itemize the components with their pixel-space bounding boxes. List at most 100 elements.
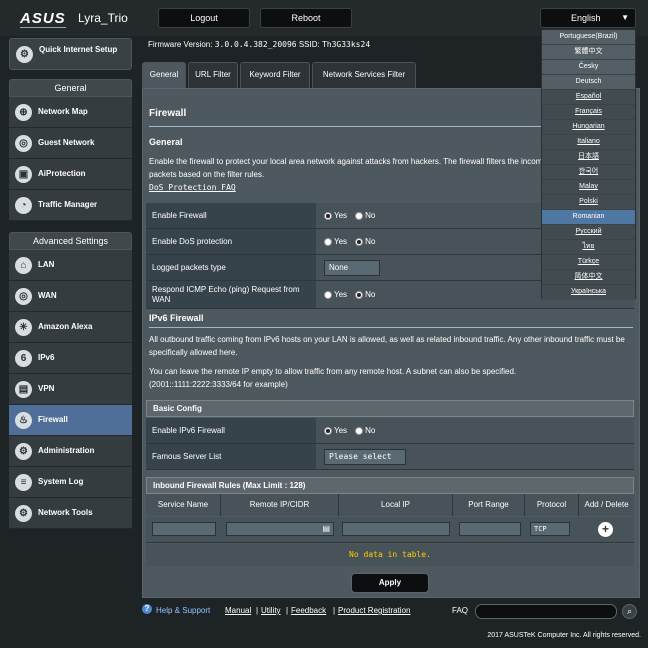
product-registration-link[interactable]: Product Registration [338,606,410,615]
inbound-rules-header: Inbound Firewall Rules (Max Limit : 128) [146,477,634,494]
apply-button[interactable]: Apply [351,573,429,593]
language-option[interactable]: 简体中文 [542,270,635,285]
utility-link[interactable]: Utility [261,606,281,615]
sidebar-item-lan[interactable]: ⌂ LAN [9,250,132,281]
famous-server-row: Famous Server List Please select [146,444,634,470]
sidebar-item-vpn[interactable]: ▤ VPN [9,374,132,405]
sidebar-item-network-tools[interactable]: ⚙ Network Tools [9,498,132,529]
sidebar-item-ipv6[interactable]: 6 IPv6 [9,343,132,374]
language-option[interactable]: 한국어 [542,165,635,180]
language-select[interactable]: English ▼ [540,8,636,28]
sidebar-item-aiprotection[interactable]: ▣ AiProtection [9,159,132,190]
language-selected: English [571,13,601,23]
sidebar-item-label: Network Tools [38,508,93,517]
language-option[interactable]: Español [542,90,635,105]
language-option[interactable]: Malay [542,180,635,195]
manual-link[interactable]: Manual [225,606,251,615]
service-name-input[interactable] [152,522,216,536]
logout-button[interactable]: Logout [158,8,250,28]
column-header: Protocol [525,494,579,516]
language-option[interactable]: Hungarian [542,120,635,135]
local-ip-input[interactable] [342,522,450,536]
language-option[interactable]: Türkçe [542,255,635,270]
network-map-icon: ⊕ [15,104,32,121]
lock-icon: ▣ [15,166,32,183]
page-title: Firewall [149,108,187,119]
sidebar-item-firewall[interactable]: ♨ Firewall [9,405,132,436]
language-option[interactable]: Deutsch [542,75,635,90]
language-option[interactable]: Italiano [542,135,635,150]
remote-ip-input[interactable]: ▤ [226,522,334,536]
icmp-no-radio[interactable] [355,290,364,299]
tab-url-filter[interactable]: URL Filter [188,62,238,88]
add-rule-icon[interactable]: + [598,522,613,537]
language-option[interactable]: Portuguese(Brazil) [542,30,635,45]
sidebar-item-amazon-alexa[interactable]: ✳ Amazon Alexa [9,312,132,343]
sidebar-item-label: Amazon Alexa [38,322,93,331]
column-header: Service Name [146,494,221,516]
enable-ipv6-firewall-label: Enable IPv6 Firewall [146,418,316,443]
dos-protection-label: Enable DoS protection [146,229,316,254]
asus-logo[interactable]: ASUS [20,10,66,27]
sidebar-item-wan[interactable]: ◎ WAN [9,281,132,312]
copyright: 2017 ASUSTeK Computer Inc. All rights re… [487,632,641,639]
enable-firewall-yes-radio[interactable] [324,211,332,220]
help-support-label: Help & Support [156,606,211,615]
language-option[interactable]: Česky [542,60,635,75]
tab-keyword-filter[interactable]: Keyword Filter [240,62,310,88]
help-icon: ? [142,604,152,614]
gear-icon: ⚙ [16,46,33,63]
tab-network-services-filter[interactable]: Network Services Filter [312,62,416,88]
sidebar-item-label: Firewall [38,415,68,424]
sidebar-item-administration[interactable]: ⚙ Administration [9,436,132,467]
language-option[interactable]: Français [542,105,635,120]
model-name: Lyra_Trio [78,11,128,25]
firmware-version[interactable]: 3.0.0.4.382_20096 [215,40,297,49]
enable-firewall-no-radio[interactable] [355,211,364,220]
language-option[interactable]: Polski [542,195,635,210]
sidebar-item-network-map[interactable]: ⊕ Network Map [9,97,132,128]
language-option[interactable]: ไทย [542,240,635,255]
language-option[interactable]: 日本語 [542,150,635,165]
ipv6-yes-radio[interactable] [324,426,332,435]
icmp-yes-radio[interactable] [324,290,332,299]
feedback-link[interactable]: Feedback [291,606,326,615]
footer: ? Help & Support Manual | Utility | Feed… [142,604,640,620]
reboot-button[interactable]: Reboot [260,8,352,28]
language-option[interactable]: Русский [542,225,635,240]
dos-yes-radio[interactable] [324,237,332,246]
ipv6-icon: 6 [15,350,32,367]
general-heading: General [9,79,132,97]
sidebar-item-guest-network[interactable]: ◎ Guest Network [9,128,132,159]
home-icon: ⌂ [15,257,32,274]
sidebar-item-system-log[interactable]: ≡ System Log [9,467,132,498]
tab-general[interactable]: General [142,62,186,88]
radio-label-no: No [365,237,376,246]
port-range-input[interactable] [459,522,521,536]
protocol-select[interactable]: TCP [530,522,570,536]
language-option[interactable]: Українська [542,285,635,300]
ipv6-description: All outbound traffic coming from IPv6 ho… [149,335,625,357]
ipv6-remote-ip-note: You can leave the remote IP empty to all… [149,367,517,376]
language-option[interactable]: 繁體中文 [542,45,635,60]
list-icon[interactable]: ▤ [322,524,330,533]
faq-search-input[interactable] [475,604,617,619]
radio-label-yes: Yes [334,290,348,299]
gauge-icon: ◔ [15,197,32,214]
caret-down-icon: ▼ [621,13,629,22]
quick-internet-setup-button[interactable]: ⚙ Quick Internet Setup [9,38,132,70]
logged-packets-select[interactable]: None [324,259,380,276]
rules-input-row: ▤ TCP + [146,517,634,543]
firmware-info: Firmware Version: 3.0.0.4.382_20096 SSID… [148,40,370,49]
radio-label-yes: Yes [334,426,348,435]
famous-server-select[interactable]: Please select [324,448,406,465]
dos-protection-faq-link[interactable]: DoS Protection FAQ [149,183,236,192]
column-header: Add / Delete [579,494,634,516]
ipv6-no-radio[interactable] [355,426,364,435]
sidebar-item-traffic-manager[interactable]: ◔ Traffic Manager [9,190,132,221]
dos-no-radio[interactable] [355,237,364,246]
language-option-highlighted[interactable]: Romanian [542,210,635,225]
search-icon[interactable]: ⌕ [622,604,637,619]
sidebar-item-label: VPN [38,384,55,393]
advanced-settings-heading: Advanced Settings [9,232,132,250]
